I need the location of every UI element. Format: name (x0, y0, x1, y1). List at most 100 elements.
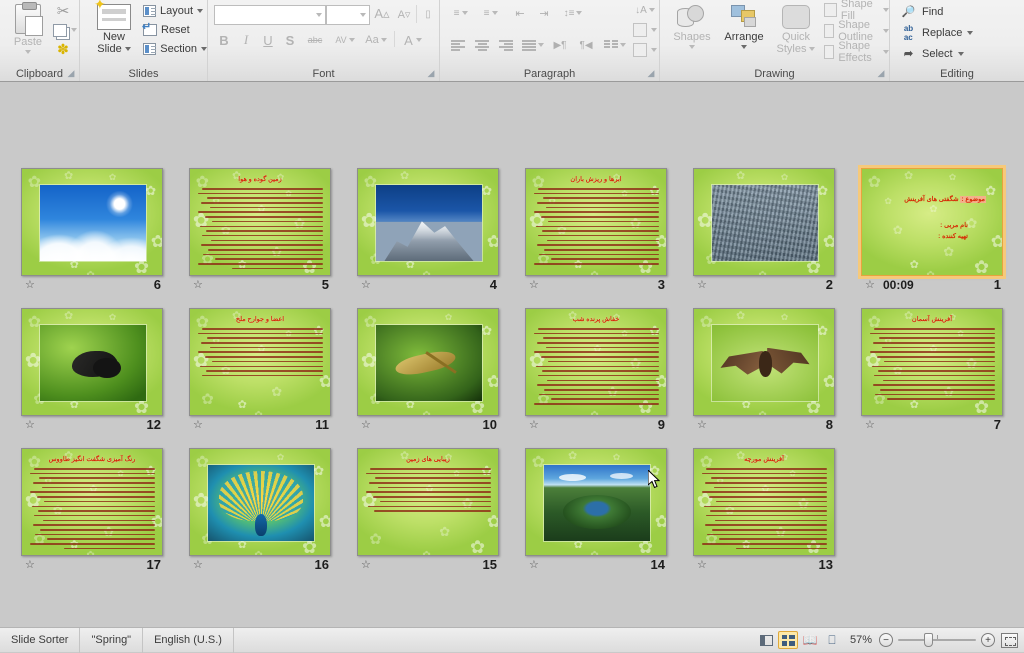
transition-star-icon[interactable]: ☆ (361, 559, 377, 572)
slide-body-text-15[interactable] (365, 468, 491, 550)
convert-to-smartart-button[interactable] (632, 41, 658, 59)
font-name-dropdown-arrow[interactable] (316, 13, 322, 17)
slide-canvas-1[interactable]: ✿✿✿✿✿✿✿✿✿✿✿✿✿موضوع : شگفتی های آفرینشنام… (861, 168, 1003, 276)
layout-dropdown-arrow[interactable] (197, 9, 203, 13)
slide-canvas-13[interactable]: ✿✿✿✿✿✿✿✿✿✿✿✿✿آفرینش مورچه (693, 448, 835, 556)
slide-title-11[interactable]: اعضا و جوارح ملخ (196, 315, 324, 326)
slide-body-text-5[interactable] (197, 188, 323, 270)
section-dropdown-arrow[interactable] (201, 47, 207, 51)
transition-star-icon[interactable]: ☆ (193, 419, 209, 432)
transition-star-icon[interactable]: ☆ (361, 279, 377, 292)
slide-thumbnail-9[interactable]: ✿✿✿✿✿✿✿✿✿✿✿✿خفاش پرنده شب☆9 (525, 308, 667, 434)
slide-canvas-5[interactable]: ✿✿✿✿✿✿✿✿✿✿✿✿✿زمین گوده و هوا (189, 168, 331, 276)
character-spacing-dropdown-arrow[interactable] (348, 38, 355, 42)
transition-star-icon[interactable]: ☆ (529, 559, 545, 572)
title-slide-subject[interactable]: موضوع : شگفتی های آفرینش (904, 195, 986, 203)
slide-title-5[interactable]: زمین گوده و هوا (196, 175, 324, 186)
slide-body-text-17[interactable] (29, 468, 155, 550)
slide-image-ocean-water[interactable] (711, 184, 819, 262)
slide-canvas-16[interactable]: ✿✿✿✿✿✿✿✿✿✿✿✿✿ (189, 448, 331, 556)
slide-title-15[interactable]: زیبایی های زمین (364, 455, 492, 466)
slide-thumbnail-3[interactable]: ✿✿✿✿✿✿✿✿✿✿✿✿✿ابرها و ریزش باران☆3 (525, 168, 667, 294)
right-to-left-button[interactable]: ¶◀ (576, 36, 596, 54)
select-button[interactable]: ➦ Select (900, 44, 964, 63)
quick-styles-button[interactable]: Quick Styles (770, 4, 822, 58)
bullets-button[interactable]: ≡ (448, 4, 474, 22)
slide-body-text-11[interactable] (197, 328, 323, 410)
new-slide-dropdown-arrow[interactable] (124, 47, 131, 51)
font-name-input[interactable] (214, 5, 326, 25)
replace-dropdown-arrow[interactable] (967, 30, 974, 35)
slide-canvas-2[interactable]: ✿✿✿✿✿✿✿✿✿✿✿✿ (693, 168, 835, 276)
zoom-in-button[interactable]: + (981, 633, 995, 647)
shrink-font-button[interactable]: A▿ (394, 4, 414, 24)
columns-dropdown-arrow[interactable] (620, 43, 626, 47)
slide-canvas-15[interactable]: ✿✿✿✿✿✿✿✿✿✿✿✿زیبایی های زمین (357, 448, 499, 556)
slide-thumbnail-17[interactable]: ✿✿✿✿✿✿✿✿✿✿✿✿✿رنگ آمیزی شگفت انگیز طاووس ☆… (21, 448, 163, 574)
align-right-button[interactable] (496, 36, 516, 54)
status-theme-name[interactable]: "Spring" (80, 627, 144, 653)
arrange-dropdown-arrow[interactable] (741, 45, 747, 49)
align-left-button[interactable] (448, 36, 468, 54)
title-slide-teacher-label[interactable]: نام مربی : (940, 221, 968, 229)
paste-button[interactable]: Paste (6, 2, 50, 59)
text-direction-button[interactable]: ↓A (632, 1, 658, 19)
grow-font-button[interactable]: A▵ (372, 4, 392, 24)
shape-fill-dropdown-arrow[interactable] (883, 8, 889, 12)
line-spacing-button[interactable]: ↕≡ (560, 4, 586, 22)
increase-indent-button[interactable]: ⇥ (534, 4, 554, 22)
align-text-dropdown-arrow[interactable] (651, 28, 657, 32)
reset-button[interactable]: ↵ Reset (142, 21, 200, 39)
slide-title-3[interactable]: ابرها و ریزش باران (532, 175, 660, 186)
find-button[interactable]: 🔎 Find (900, 2, 944, 21)
transition-star-icon[interactable]: ☆ (193, 559, 209, 572)
replace-button[interactable]: ab ac Replace (900, 23, 974, 42)
line-spacing-dropdown-arrow[interactable] (576, 11, 583, 15)
transition-star-icon[interactable]: ☆ (25, 559, 41, 572)
slide-thumbnail-10[interactable]: ✿✿✿✿✿✿✿✿✿✿✿✿✿ ☆ 10 (357, 308, 499, 434)
layout-button[interactable]: Layout (142, 2, 204, 20)
fit-to-window-button[interactable] (1001, 632, 1018, 648)
status-language[interactable]: English (U.S.) (143, 627, 234, 653)
slide-image-crater-lake[interactable] (543, 464, 651, 542)
font-size-input[interactable] (326, 5, 370, 25)
transition-star-icon[interactable]: ☆ (865, 279, 881, 292)
slide-canvas-9[interactable]: ✿✿✿✿✿✿✿✿✿✿✿✿خفاش پرنده شب (525, 308, 667, 416)
normal-view-button[interactable] (756, 631, 776, 649)
numbering-dropdown-arrow[interactable] (492, 11, 499, 15)
slide-image-bat[interactable] (711, 324, 819, 402)
slide-body-text-7[interactable] (869, 328, 995, 410)
smartart-dropdown-arrow[interactable] (651, 48, 657, 52)
italic-button[interactable]: I (236, 30, 256, 50)
character-spacing-button[interactable]: AV (330, 30, 360, 50)
title-slide-author-label[interactable]: تهیه کننده : (938, 232, 968, 240)
slide-sorter-workspace[interactable]: ✿✿✿✿✿✿✿✿✿✿✿✿✿☆6✿✿✿✿✿✿✿✿✿✿✿✿✿زمین گوده و … (0, 82, 1024, 627)
decrease-indent-button[interactable]: ⇤ (510, 4, 530, 22)
align-text-button[interactable] (632, 21, 658, 39)
shape-effects-dropdown-arrow[interactable] (883, 50, 889, 54)
zoom-out-button[interactable]: − (879, 633, 893, 647)
drawing-dialog-launcher[interactable] (876, 68, 886, 78)
slide-canvas-17[interactable]: ✿✿✿✿✿✿✿✿✿✿✿✿✿رنگ آمیزی شگفت انگیز طاووس (21, 448, 163, 556)
zoom-slider-handle[interactable] (924, 633, 933, 647)
text-direction-dropdown-arrow[interactable] (648, 8, 655, 12)
clear-formatting-button[interactable]: ▯ (418, 4, 438, 24)
slide-canvas-14[interactable]: ✿✿✿✿✿✿✿✿✿✿✿✿✿ (525, 448, 667, 556)
font-color-button[interactable]: A (398, 30, 428, 50)
slide-image-peacock[interactable] (207, 464, 315, 542)
slide-show-button[interactable]: ⎕ (822, 631, 842, 649)
paste-dropdown-arrow[interactable] (25, 50, 31, 54)
font-size-dropdown-arrow[interactable] (360, 13, 366, 17)
slide-canvas-8[interactable]: ✿✿✿✿✿✿✿✿✿✿✿✿✿ (693, 308, 835, 416)
slide-thumbnail-15[interactable]: ✿✿✿✿✿✿✿✿✿✿✿✿زیبایی های زمین ☆ 15 (357, 448, 499, 574)
zoom-level-label[interactable]: 57% (843, 634, 879, 646)
paragraph-dialog-launcher[interactable] (646, 68, 656, 78)
slide-thumbnail-5[interactable]: ✿✿✿✿✿✿✿✿✿✿✿✿✿زمین گوده و هوا☆5 (189, 168, 331, 294)
slide-thumbnail-16[interactable]: ✿✿✿✿✿✿✿✿✿✿✿✿✿ ☆ 16 (189, 448, 331, 574)
change-case-button[interactable]: Aa (362, 30, 390, 50)
transition-star-icon[interactable]: ☆ (25, 419, 41, 432)
slide-canvas-3[interactable]: ✿✿✿✿✿✿✿✿✿✿✿✿✿ابرها و ریزش باران (525, 168, 667, 276)
shapes-dropdown-arrow[interactable] (689, 45, 695, 49)
transition-star-icon[interactable]: ☆ (865, 419, 881, 432)
arrange-button[interactable]: Arrange (718, 4, 770, 58)
